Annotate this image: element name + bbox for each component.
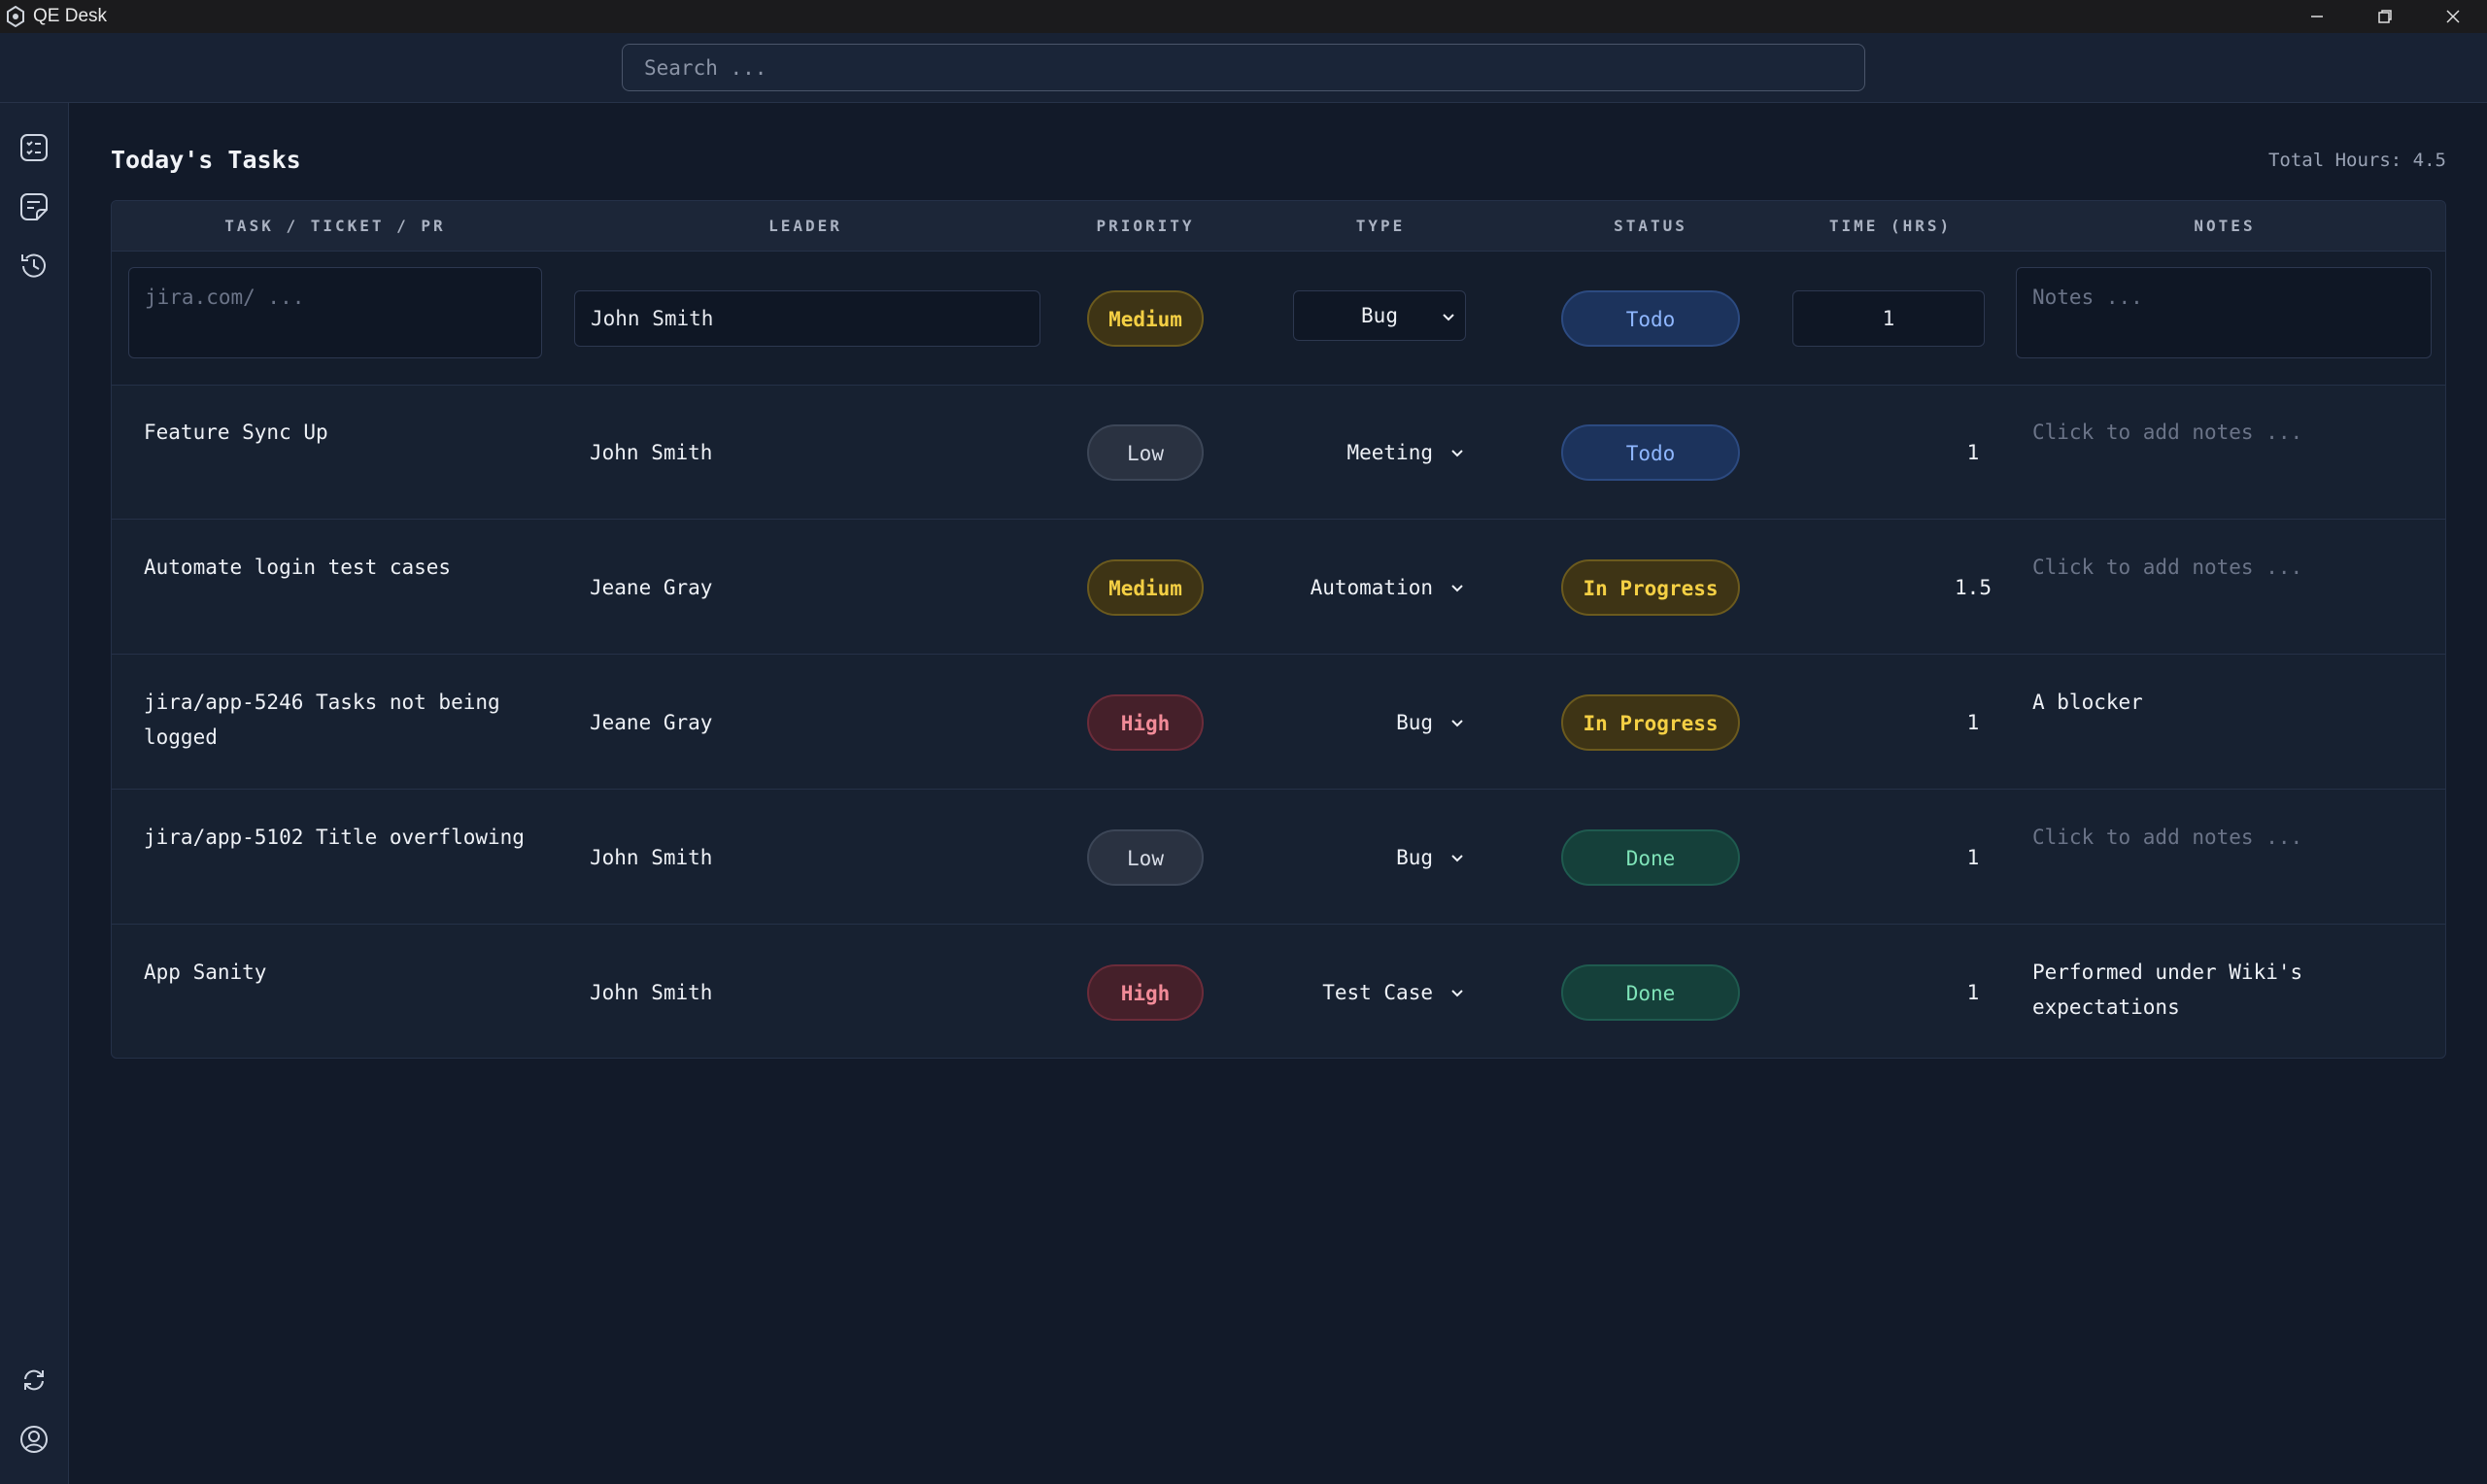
header-status: STATUS bbox=[1614, 217, 1687, 235]
header-leader: LEADER bbox=[768, 217, 842, 235]
header-time: TIME (HRS) bbox=[1828, 217, 1953, 235]
header-notes: NOTES bbox=[2194, 217, 2256, 235]
task-title[interactable]: jira/app-5246 Tasks not being logged bbox=[144, 685, 552, 755]
task-notes[interactable]: Click to add notes ... bbox=[2032, 550, 2421, 585]
restore-button[interactable] bbox=[2351, 0, 2419, 33]
window-title: QE Desk bbox=[33, 6, 108, 26]
task-hours[interactable]: 1 bbox=[1876, 386, 2070, 520]
task-leader[interactable]: John Smith bbox=[590, 791, 712, 925]
top-header bbox=[0, 33, 2487, 103]
new-priority-pill[interactable]: Medium bbox=[1087, 290, 1204, 347]
type-select[interactable]: Meeting bbox=[1278, 386, 1466, 520]
task-title[interactable]: Feature Sync Up bbox=[144, 415, 552, 450]
priority-pill[interactable]: High bbox=[1087, 964, 1204, 1021]
chevron-down-icon bbox=[1440, 307, 1457, 330]
total-hours: Total Hours: 4.5 bbox=[2267, 150, 2446, 171]
tasks-table: TASK / TICKET / PR LEADER PRIORITY TYPE … bbox=[111, 200, 2446, 1059]
new-status-pill[interactable]: Todo bbox=[1561, 290, 1740, 347]
task-leader[interactable]: Jeane Gray bbox=[590, 521, 712, 655]
type-value: Bug bbox=[1396, 846, 1433, 869]
type-select[interactable]: Test Case bbox=[1278, 926, 1466, 1058]
task-leader[interactable]: John Smith bbox=[590, 386, 712, 520]
sidebar bbox=[0, 103, 69, 1484]
new-type-value: Bug bbox=[1361, 304, 1398, 327]
table-row[interactable]: jira/app-5102 Title overflowing John Smi… bbox=[112, 791, 2445, 925]
priority-pill[interactable]: Medium bbox=[1087, 559, 1204, 616]
sync-icon[interactable] bbox=[16, 1362, 52, 1399]
new-leader-input[interactable] bbox=[574, 290, 1040, 347]
task-notes[interactable]: A blocker bbox=[2032, 685, 2421, 720]
profile-icon[interactable] bbox=[16, 1421, 52, 1458]
task-title[interactable]: Automate login test cases bbox=[144, 550, 552, 585]
close-button[interactable] bbox=[2419, 0, 2487, 33]
header-task: TASK / TICKET / PR bbox=[224, 217, 446, 235]
task-title[interactable]: jira/app-5102 Title overflowing bbox=[144, 820, 552, 855]
task-notes[interactable]: Click to add notes ... bbox=[2032, 415, 2421, 450]
page-title: Today's Tasks bbox=[111, 146, 301, 174]
new-notes-input[interactable] bbox=[2016, 267, 2432, 358]
task-notes[interactable]: Performed under Wiki's expectations bbox=[2032, 955, 2421, 1025]
table-row[interactable]: Automate login test cases Jeane Gray Med… bbox=[112, 521, 2445, 655]
header-priority: PRIORITY bbox=[1096, 217, 1195, 235]
table-row[interactable]: App Sanity John Smith High Test Case Don… bbox=[112, 926, 2445, 1058]
task-hours[interactable]: 1 bbox=[1876, 656, 2070, 790]
priority-pill[interactable]: High bbox=[1087, 694, 1204, 751]
type-select[interactable]: Automation bbox=[1278, 521, 1466, 655]
table-row[interactable]: jira/app-5246 Tasks not being logged Jea… bbox=[112, 656, 2445, 790]
status-pill[interactable]: In Progress bbox=[1561, 694, 1740, 751]
status-pill[interactable]: Todo bbox=[1561, 424, 1740, 481]
task-notes[interactable]: Click to add notes ... bbox=[2032, 820, 2421, 855]
chevron-down-icon bbox=[1448, 849, 1466, 866]
task-leader[interactable]: John Smith bbox=[590, 926, 712, 1058]
title-bar: QE Desk bbox=[0, 0, 2487, 33]
task-leader[interactable]: Jeane Gray bbox=[590, 656, 712, 790]
status-pill[interactable]: Done bbox=[1561, 964, 1740, 1021]
chevron-down-icon bbox=[1448, 579, 1466, 596]
type-value: Bug bbox=[1396, 711, 1433, 734]
search-input[interactable] bbox=[622, 44, 1865, 91]
history-icon[interactable] bbox=[16, 248, 52, 285]
table-row[interactable]: Feature Sync Up John Smith Low Meeting T… bbox=[112, 386, 2445, 520]
type-select[interactable]: Bug bbox=[1278, 791, 1466, 925]
notes-icon[interactable] bbox=[16, 188, 52, 225]
chevron-down-icon bbox=[1448, 714, 1466, 731]
task-hours[interactable]: 1 bbox=[1876, 791, 2070, 925]
chevron-down-icon bbox=[1448, 984, 1466, 1001]
type-value: Test Case bbox=[1322, 981, 1433, 1004]
new-task-input[interactable] bbox=[128, 267, 542, 358]
app-logo-icon bbox=[4, 5, 27, 28]
table-header: TASK / TICKET / PR LEADER PRIORITY TYPE … bbox=[112, 201, 2445, 252]
tasks-list-icon[interactable] bbox=[16, 129, 52, 166]
status-pill[interactable]: In Progress bbox=[1561, 559, 1740, 616]
priority-pill[interactable]: Low bbox=[1087, 424, 1204, 481]
type-value: Automation bbox=[1310, 576, 1433, 599]
chevron-down-icon bbox=[1448, 444, 1466, 461]
header-type: TYPE bbox=[1355, 217, 1406, 235]
task-title[interactable]: App Sanity bbox=[144, 955, 552, 990]
type-select[interactable]: Bug bbox=[1278, 656, 1466, 790]
task-hours[interactable]: 1.5 bbox=[1876, 521, 2070, 655]
type-value: Meeting bbox=[1346, 441, 1433, 464]
window-controls bbox=[2283, 0, 2487, 33]
new-task-row: Medium Bug Todo bbox=[112, 252, 2445, 386]
new-type-select[interactable]: Bug bbox=[1293, 290, 1466, 341]
status-pill[interactable]: Done bbox=[1561, 829, 1740, 886]
minimize-button[interactable] bbox=[2283, 0, 2351, 33]
new-hours-input[interactable] bbox=[1792, 290, 1985, 347]
priority-pill[interactable]: Low bbox=[1087, 829, 1204, 886]
